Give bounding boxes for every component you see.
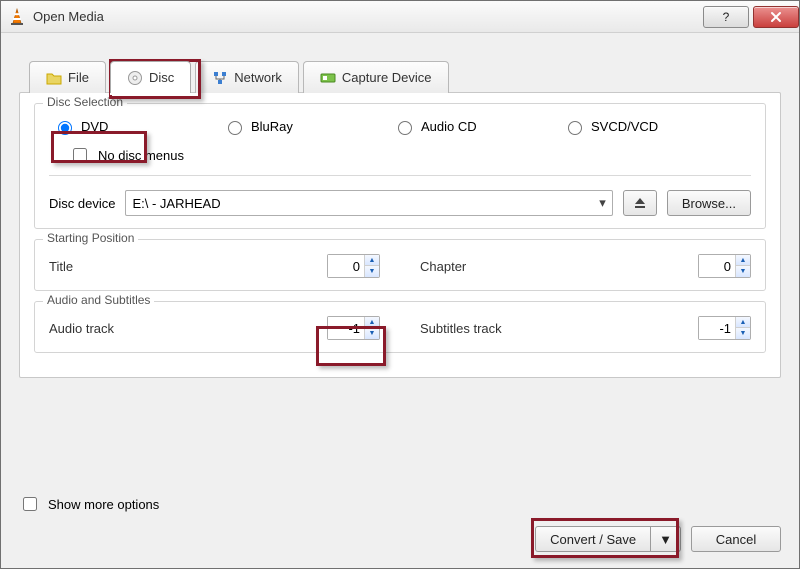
cancel-button[interactable]: Cancel (691, 526, 781, 552)
chapter-down[interactable]: ▼ (736, 266, 750, 277)
radio-svcd[interactable]: SVCD/VCD (563, 118, 723, 135)
subtitles-track-input[interactable] (699, 317, 735, 339)
close-button[interactable] (753, 6, 799, 28)
titlebar: Open Media ? (1, 1, 799, 33)
tab-disc[interactable]: Disc (110, 61, 191, 93)
folder-icon (46, 70, 62, 86)
audio-subtitles-legend: Audio and Subtitles (43, 293, 154, 307)
show-more-options[interactable]: Show more options (19, 494, 781, 514)
show-more-checkbox[interactable] (23, 497, 37, 511)
disc-device-value: E:\ - JARHEAD (132, 196, 220, 211)
capture-icon (320, 70, 336, 86)
tab-capture[interactable]: Capture Device (303, 61, 449, 93)
radio-dvd-input[interactable] (58, 121, 72, 135)
radio-bluray-input[interactable] (228, 121, 242, 135)
open-media-dialog: Open Media ? File Disc (0, 0, 800, 569)
browse-button[interactable]: Browse... (667, 190, 751, 216)
chapter-label: Chapter (420, 259, 520, 274)
help-button[interactable]: ? (703, 6, 749, 28)
disc-icon (127, 70, 143, 86)
title-input[interactable] (328, 255, 364, 277)
subtitles-track-label: Subtitles track (420, 321, 540, 336)
tab-network[interactable]: Network (195, 61, 299, 93)
group-disc-selection: Disc Selection DVD BluRay Audio CD (34, 103, 766, 229)
tab-file[interactable]: File (29, 61, 106, 93)
audio-down[interactable]: ▼ (365, 328, 379, 339)
footer: Show more options Convert / Save ▼ Cance… (1, 484, 799, 568)
subs-down[interactable]: ▼ (736, 328, 750, 339)
group-audio-subtitles: Audio and Subtitles Audio track ▲▼ Su (34, 301, 766, 353)
audio-track-input[interactable] (328, 317, 364, 339)
radio-audiocd-input[interactable] (398, 121, 412, 135)
title-spin[interactable]: ▲▼ (327, 254, 380, 278)
tab-network-label: Network (234, 70, 282, 85)
network-icon (212, 70, 228, 86)
content-area: File Disc Network Capture Device (1, 33, 799, 484)
subtitles-track-spin[interactable]: ▲▼ (698, 316, 751, 340)
vlc-icon (7, 7, 27, 27)
disc-device-select[interactable]: E:\ - JARHEAD (125, 190, 612, 216)
show-more-label: Show more options (48, 497, 159, 512)
title-up[interactable]: ▲ (365, 255, 379, 266)
cancel-label: Cancel (716, 532, 756, 547)
chapter-spin[interactable]: ▲▼ (698, 254, 751, 278)
separator (49, 175, 751, 176)
disc-device-label: Disc device (49, 196, 115, 211)
tab-panel-disc: Disc Selection DVD BluRay Audio CD (19, 92, 781, 378)
convert-save-dropdown[interactable]: ▼ (650, 526, 681, 552)
no-disc-menus-label: No disc menus (98, 148, 184, 163)
tab-disc-label: Disc (149, 70, 174, 85)
tab-row: File Disc Network Capture Device (29, 61, 781, 93)
audio-track-spin[interactable]: ▲▼ (327, 316, 380, 340)
audio-up[interactable]: ▲ (365, 317, 379, 328)
chapter-input[interactable] (699, 255, 735, 277)
no-disc-menus-checkbox[interactable] (73, 148, 87, 162)
chapter-up[interactable]: ▲ (736, 255, 750, 266)
window-title: Open Media (33, 9, 699, 24)
chevron-down-icon: ▼ (659, 532, 672, 547)
audio-track-label: Audio track (49, 321, 149, 336)
convert-save-split: Convert / Save ▼ (535, 526, 681, 552)
radio-svcd-input[interactable] (568, 121, 582, 135)
tab-capture-label: Capture Device (342, 70, 432, 85)
browse-label: Browse... (682, 196, 736, 211)
title-label: Title (49, 259, 149, 274)
convert-save-button[interactable]: Convert / Save (535, 526, 650, 552)
convert-save-label: Convert / Save (550, 532, 636, 547)
no-disc-menus[interactable]: No disc menus (69, 145, 751, 165)
tab-file-label: File (68, 70, 89, 85)
subs-up[interactable]: ▲ (736, 317, 750, 328)
eject-button[interactable] (623, 190, 657, 216)
eject-icon (632, 195, 648, 211)
disc-selection-legend: Disc Selection (43, 95, 127, 109)
group-starting-position: Starting Position Title ▲▼ Chapter (34, 239, 766, 291)
radio-audiocd[interactable]: Audio CD (393, 118, 553, 135)
radio-svcd-label: SVCD/VCD (591, 119, 658, 134)
title-down[interactable]: ▼ (365, 266, 379, 277)
starting-position-legend: Starting Position (43, 231, 138, 245)
radio-dvd-label: DVD (81, 119, 108, 134)
radio-dvd[interactable]: DVD (53, 118, 213, 135)
radio-audiocd-label: Audio CD (421, 119, 477, 134)
radio-bluray-label: BluRay (251, 119, 293, 134)
radio-bluray[interactable]: BluRay (223, 118, 383, 135)
